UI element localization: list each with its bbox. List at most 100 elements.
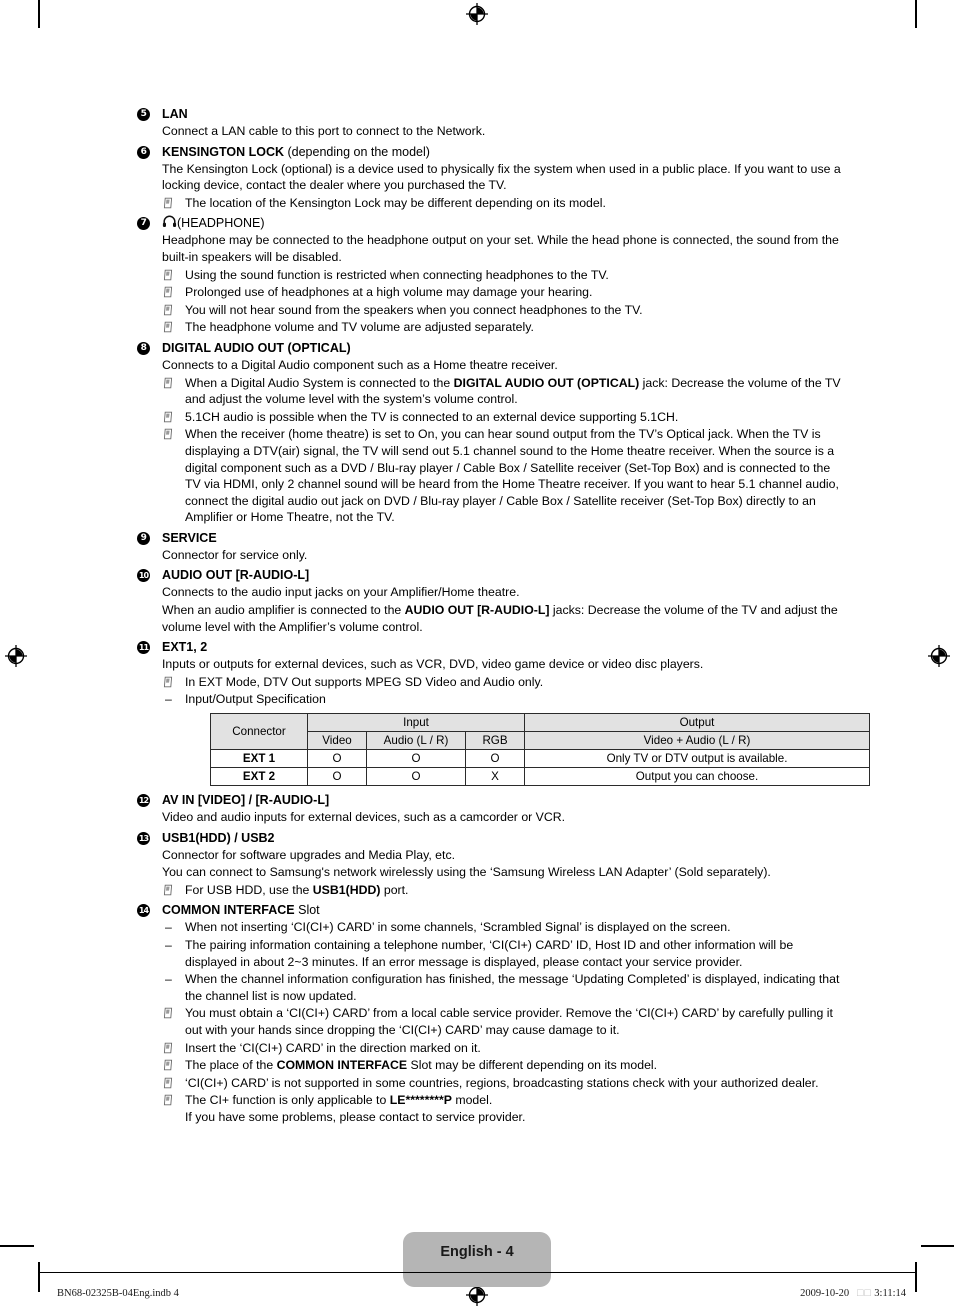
note-item: You will not hear sound from the speaker…	[162, 302, 843, 319]
section-number-badge: 8	[137, 341, 150, 355]
footer-filename: BN68-02325B-04Eng.indb 4	[57, 1288, 179, 1299]
note-item: Insert the ‘CI(CI+) CARD’ in the directi…	[162, 1040, 843, 1057]
manual-section: 13 USB1(HDD) / USB2 Connector for software…	[137, 830, 843, 899]
note-item: When a Digital Audio System is connected…	[162, 375, 843, 408]
section-paragraph: When an audio amplifier is connected to …	[162, 603, 838, 634]
table-subheader-video: Video	[307, 731, 367, 751]
section-paragraph: Connector for software upgrades and Medi…	[162, 847, 456, 862]
note-icon	[163, 1077, 173, 1088]
note-item: In EXT Mode, DTV Out supports MPEG SD Vi…	[162, 674, 843, 691]
note-icon	[163, 377, 173, 388]
section-title: SERVICE	[162, 530, 217, 545]
note-text: The CI+ function is only applicable to L…	[185, 1093, 526, 1124]
table-cell-output: Only TV or DTV output is available.	[524, 749, 870, 769]
footer-ampm: □□	[856, 1288, 872, 1299]
note-item: You must obtain a ‘CI(CI+) CARD’ from a …	[162, 1005, 843, 1038]
note-item: When the receiver (home theatre) is set …	[162, 426, 843, 526]
table-header-output: Output	[524, 713, 870, 733]
table-cell-audio: O	[366, 749, 466, 769]
section-paragraph: Connector for service only.	[162, 547, 308, 562]
manual-section: 6 KENSINGTON LOCK (depending on the model…	[137, 144, 843, 212]
section-number-badge: 13	[137, 831, 150, 845]
note-text: Insert the ‘CI(CI+) CARD’ in the directi…	[185, 1040, 481, 1055]
note-text: The headphone volume and TV volume are a…	[185, 320, 534, 335]
section-paragraph: Inputs or outputs for external devices, …	[162, 657, 704, 672]
section-paragraph: The Kensington Lock (optional) is a devi…	[162, 161, 841, 193]
table-header-input: Input	[307, 713, 525, 733]
note-text: For USB HDD, use the USB1(HDD) port.	[185, 882, 409, 897]
crop-mark-bottom-left	[38, 1262, 40, 1292]
note-text: Using the sound function is restricted w…	[185, 267, 609, 282]
note-text: The place of the COMMON INTERFACE Slot m…	[185, 1058, 658, 1073]
note-text: When a Digital Audio System is connected…	[185, 375, 841, 407]
registration-mark-icon	[928, 645, 950, 667]
table-cell-rgb: X	[465, 767, 525, 787]
note-icon	[163, 269, 173, 280]
dash-text: The pairing information containing a tel…	[185, 938, 794, 969]
note-icon	[163, 1059, 173, 1071]
note-item: The headphone volume and TV volume are a…	[162, 319, 843, 336]
section-paragraph: You can connect to Samsung's network wir…	[162, 865, 771, 880]
note-icon	[163, 676, 173, 688]
note-icon	[163, 1042, 173, 1053]
dash-text: Input/Output Specification	[185, 692, 326, 707]
note-item: The CI+ function is only applicable to L…	[162, 1092, 843, 1125]
section-title: COMMON INTERFACE Slot	[162, 903, 320, 918]
section-paragraph: Headphone may be connected to the headph…	[162, 233, 839, 264]
manual-section: 7 (HEADPHONE) Headphone may be connected t…	[137, 215, 843, 336]
section-title: USB1(HDD) / USB2	[162, 830, 275, 845]
section-title: LAN	[162, 107, 188, 121]
note-icon	[163, 286, 173, 298]
dash-item: When the channel information configurati…	[162, 971, 843, 1004]
section-number-badge: 14	[137, 904, 150, 918]
section-number-badge: 12	[137, 794, 150, 808]
note-item: 5.1CH audio is possible when the TV is c…	[162, 409, 843, 426]
note-icon	[163, 884, 173, 896]
note-icon	[163, 1095, 173, 1106]
footer-timestamp: 2009-10-20 □□ 3:11:14	[800, 1288, 906, 1299]
section-paragraph: Connects to a Digital Audio component su…	[162, 357, 558, 372]
dash-text: When not inserting ‘CI(CI+) CARD’ in som…	[185, 920, 731, 935]
section-title: EXT1, 2	[162, 640, 208, 655]
crop-mark-top-left	[38, 0, 40, 28]
footer-divider	[38, 1272, 917, 1273]
headphone-icon	[162, 216, 177, 228]
section-number-badge: 6	[137, 145, 150, 159]
input-output-spec-table: Connector Input Output Video Audio (L / R) RG…	[210, 713, 870, 787]
crop-mark-bottom-right	[915, 1262, 917, 1292]
note-icon	[163, 429, 173, 440]
table-cell-video: O	[307, 749, 367, 769]
crop-mark-right-line	[921, 1245, 954, 1247]
note-text: ‘CI(CI+) CARD’ is not supported in some …	[185, 1075, 819, 1090]
note-item: The location of the Kensington Lock may …	[162, 195, 843, 212]
table-cell-output: Output you can choose.	[524, 767, 870, 787]
manual-page: 5 LAN Connect a LAN cable to this port to …	[0, 0, 954, 1315]
table-header-connector: Connector	[210, 713, 308, 751]
section-number-badge: 11	[137, 641, 150, 655]
note-text: In EXT Mode, DTV Out supports MPEG SD Vi…	[185, 674, 544, 689]
section-paragraph: Connects to the audio input jacks on you…	[162, 585, 520, 600]
section-number-badge: 10	[137, 569, 150, 583]
dash-item: Input/Output Specification	[162, 691, 843, 708]
manual-section: 12 AV IN [VIDEO] / [R-AUDIO-L] Video and a…	[137, 792, 843, 826]
section-title: AUDIO OUT [R-AUDIO-L]	[162, 568, 310, 583]
note-item: Prolonged use of headphones at a high vo…	[162, 284, 843, 301]
note-text: You will not hear sound from the speaker…	[185, 302, 643, 317]
note-text: When the receiver (home theatre) is set …	[185, 427, 839, 525]
section-number-badge: 9	[137, 531, 150, 545]
note-icon	[163, 197, 173, 209]
manual-section: 8 DIGITAL AUDIO OUT (OPTICAL) Connects to …	[137, 340, 843, 526]
dash-text: When the channel information configurati…	[185, 972, 840, 1003]
table-cell-connector: EXT 1	[210, 749, 308, 769]
footer-date: 2009-10-20	[800, 1288, 850, 1299]
note-item: ‘CI(CI+) CARD’ is not supported in some …	[162, 1075, 843, 1092]
note-text: You must obtain a ‘CI(CI+) CARD’ from a …	[185, 1006, 833, 1037]
table-subheader-audio: Audio (L / R)	[366, 731, 466, 751]
page-number-label: English - 4	[440, 1244, 514, 1260]
registration-mark-icon	[5, 645, 27, 667]
crop-mark-top-right	[915, 0, 917, 28]
table-cell-rgb: O	[465, 749, 525, 769]
manual-section: 14 COMMON INTERFACE Slot When not insertin…	[137, 902, 843, 1125]
note-icon	[163, 411, 173, 422]
manual-section: 10 AUDIO OUT [R-AUDIO-L] Connects to the a…	[137, 567, 843, 635]
